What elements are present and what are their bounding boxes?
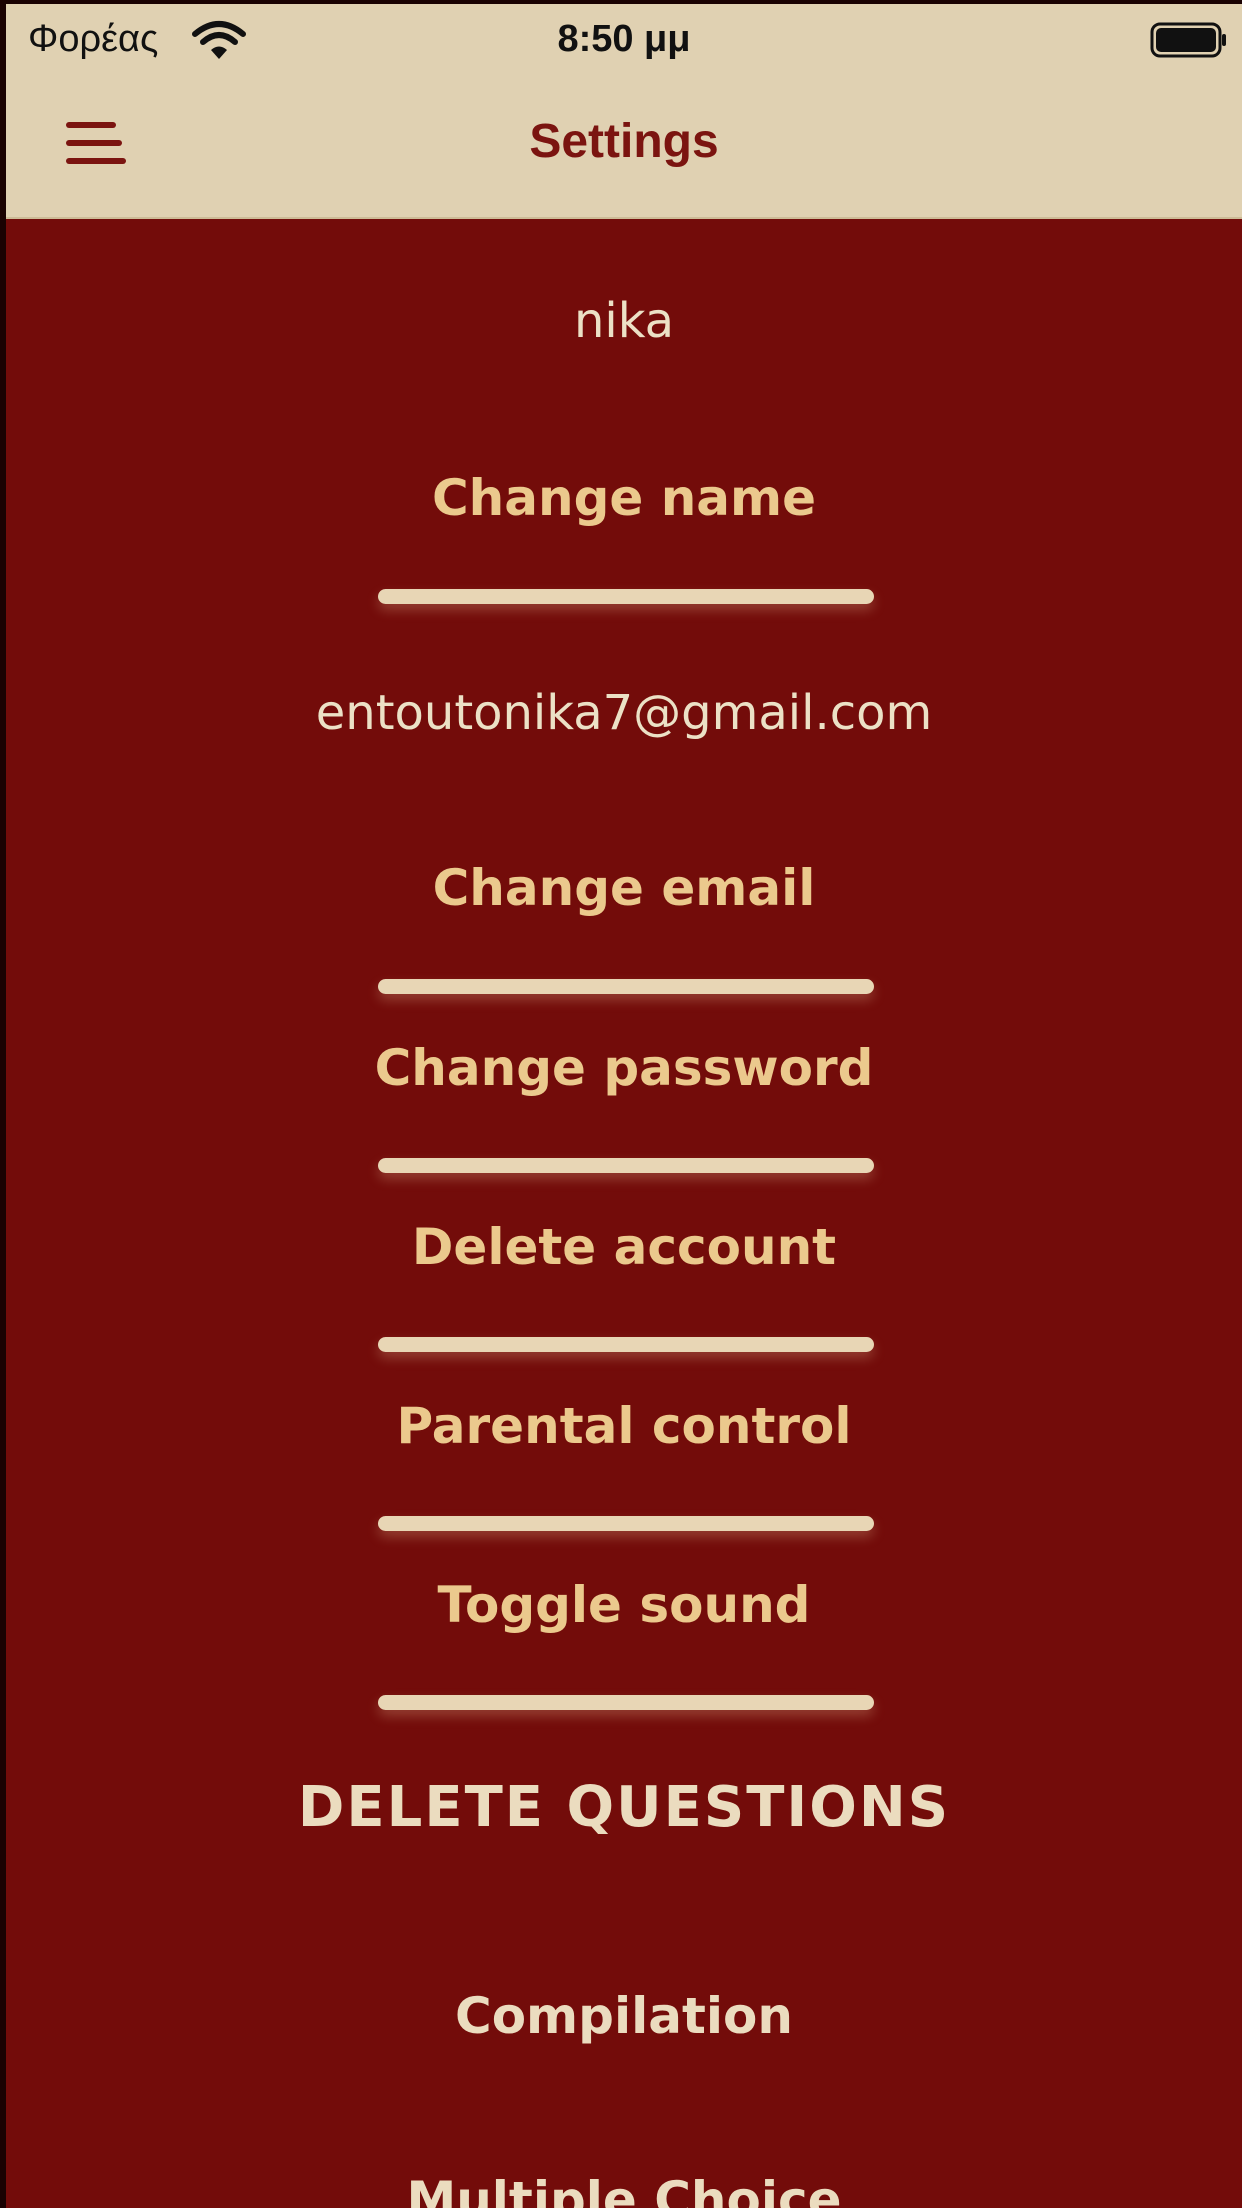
page-title: Settings bbox=[529, 115, 719, 168]
email-value: entoutonika7@gmail.com bbox=[315, 685, 933, 741]
divider bbox=[378, 589, 874, 604]
change-password-button[interactable]: Change password bbox=[6, 1039, 1242, 1097]
divider bbox=[378, 1695, 874, 1710]
toggle-sound-button[interactable]: Toggle sound bbox=[6, 1576, 1242, 1634]
change-email-button[interactable]: Change email bbox=[6, 859, 1242, 917]
divider bbox=[378, 1337, 874, 1352]
settings-screen: Φορέας 8:50 μμ Settings nika Change name bbox=[0, 0, 1242, 2208]
change-name-button[interactable]: Change name bbox=[6, 469, 1242, 527]
battery-icon bbox=[1150, 22, 1228, 58]
top-bar: Φορέας 8:50 μμ Settings bbox=[6, 4, 1242, 219]
compilation-button[interactable]: Compilation bbox=[6, 1987, 1242, 2045]
delete-questions-heading: DELETE QUESTIONS bbox=[297, 1775, 951, 1840]
multiple-choice-button[interactable]: Multiple Choice bbox=[6, 2171, 1242, 2208]
status-time: 8:50 μμ bbox=[557, 18, 691, 60]
divider bbox=[378, 1516, 874, 1531]
divider bbox=[378, 1158, 874, 1173]
username-value: nika bbox=[573, 293, 675, 349]
divider bbox=[378, 979, 874, 994]
parental-control-button[interactable]: Parental control bbox=[6, 1397, 1242, 1455]
delete-account-button[interactable]: Delete account bbox=[6, 1218, 1242, 1276]
